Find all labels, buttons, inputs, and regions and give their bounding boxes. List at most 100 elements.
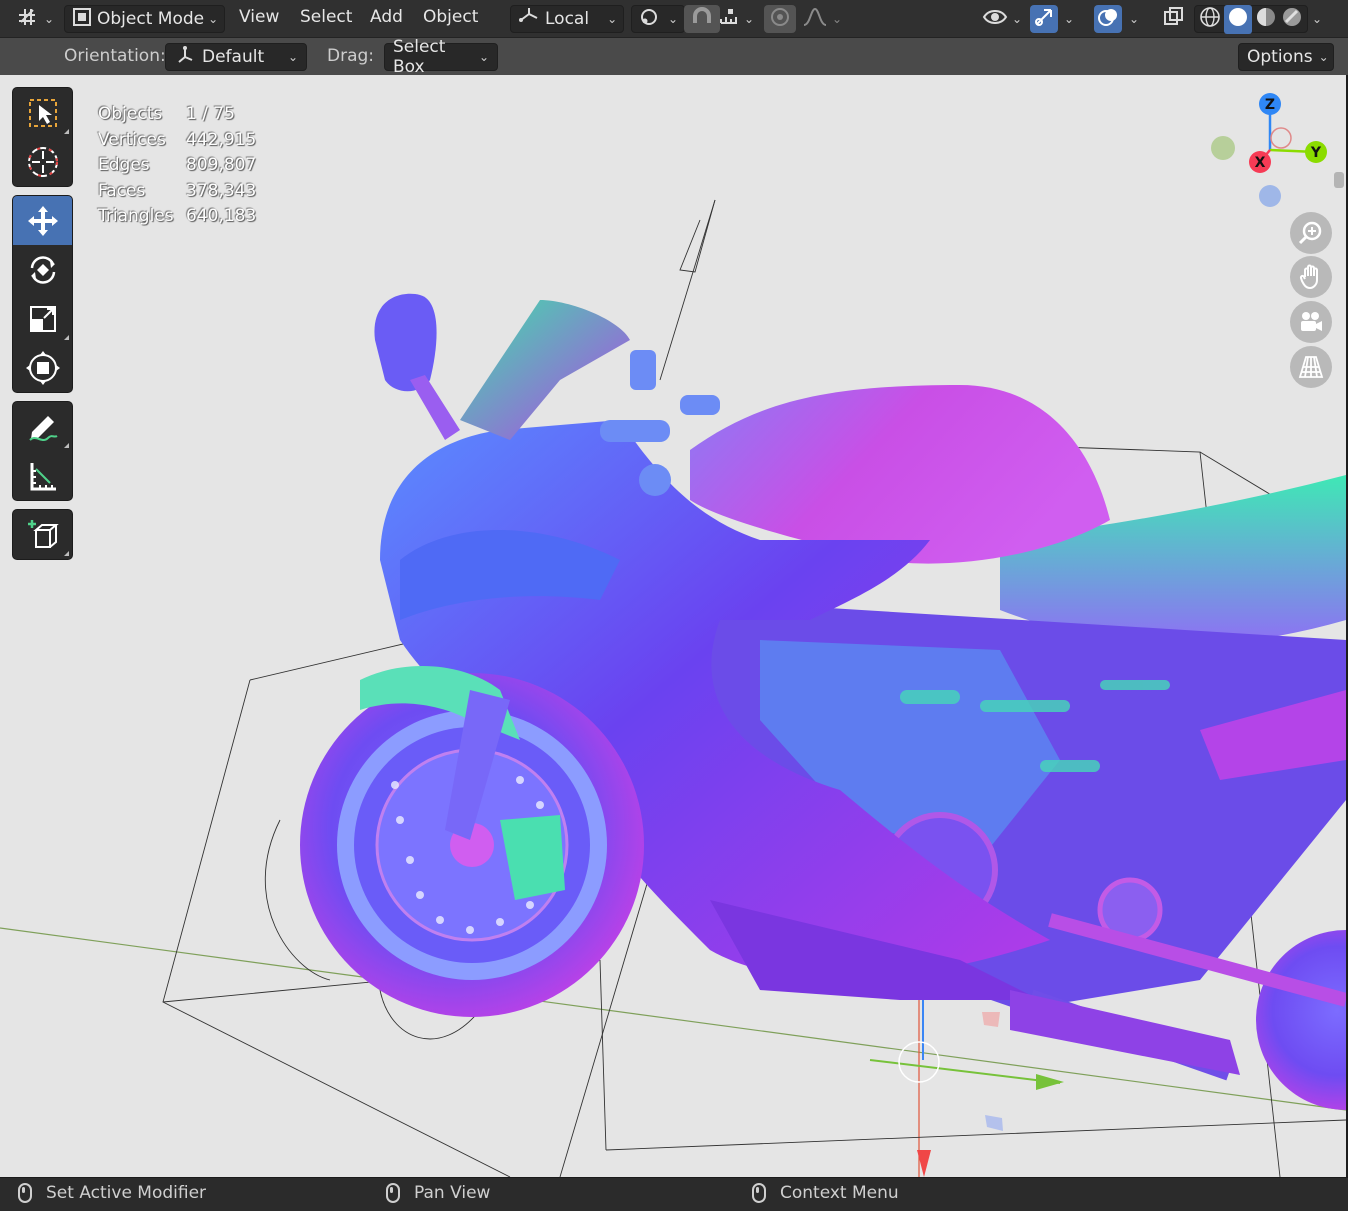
zoom-icon: [1298, 221, 1322, 245]
annotate-icon: [28, 415, 58, 441]
mode-dropdown[interactable]: Object Mode ⌄: [64, 5, 226, 33]
motorcycle-model: [0, 199, 1346, 1177]
rendered-shading-icon[interactable]: [1280, 6, 1304, 33]
proportional-edit-toggle[interactable]: [764, 5, 796, 33]
select-box-icon: [28, 98, 57, 127]
object-menu[interactable]: Object: [423, 7, 478, 27]
orientation-label: Local: [545, 9, 590, 29]
rotate-icon: [30, 255, 55, 284]
scale-tool[interactable]: [13, 294, 72, 343]
scale-icon: [29, 305, 56, 332]
transform-orientation-dropdown[interactable]: Local ⌄: [510, 5, 625, 33]
magnet-icon: [690, 6, 714, 33]
mouse-left-icon: [18, 1183, 32, 1203]
annotate-tools-group: [12, 401, 73, 501]
viewport-header: ⌄ Object Mode ⌄ View Select Add Object Lo…: [0, 0, 1348, 38]
drag-label: Drag:: [327, 46, 375, 66]
transform-tool[interactable]: [13, 343, 72, 392]
overlays-icon: [1097, 6, 1119, 33]
add-cube-icon: [27, 519, 59, 548]
hand-icon: [1299, 264, 1318, 290]
zoom-button[interactable]: [1290, 212, 1332, 254]
snap-target-dropdown[interactable]: ⌄: [712, 5, 760, 33]
visibility-dropdown[interactable]: ⌄: [976, 5, 1028, 33]
gizmo-dropdown[interactable]: ⌄: [1064, 8, 1074, 28]
xray-icon: [1162, 6, 1186, 33]
move-icon: [27, 205, 58, 236]
stat-value: 378,343: [186, 180, 257, 201]
status-left-hint: Set Active Modifier: [18, 1183, 206, 1203]
transform-icon: [25, 350, 60, 385]
stat-label: Triangles: [98, 206, 174, 226]
y-axis-label: Y: [1310, 145, 1322, 161]
stat-label: Edges: [98, 155, 150, 175]
gizmo-toggle[interactable]: [1030, 5, 1058, 33]
shading-group: [1194, 4, 1308, 34]
view-menu[interactable]: View: [239, 7, 279, 27]
status-left-text: Set Active Modifier: [46, 1183, 207, 1203]
orientation-dropdown[interactable]: Default ⌄: [165, 43, 307, 71]
add-cube-tool[interactable]: [13, 510, 72, 559]
wireframe-shading-icon[interactable]: [1198, 6, 1222, 33]
gizmo-icon: [1033, 6, 1055, 33]
neg-y-axis-handle[interactable]: [1211, 136, 1235, 160]
overlays-toggle[interactable]: [1094, 5, 1122, 33]
material-shading-icon[interactable]: [1254, 6, 1278, 33]
stat-value: 640,183: [186, 206, 257, 226]
falloff-dropdown[interactable]: ⌄: [796, 5, 848, 33]
stat-value: 1 / 75: [186, 104, 235, 124]
neg-x-axis-handle[interactable]: [1270, 127, 1292, 149]
camera-view-button[interactable]: [1290, 301, 1332, 343]
select-menu[interactable]: Select: [300, 7, 352, 27]
orientation-label: Orientation:: [64, 46, 166, 66]
orientation-default-icon: [174, 44, 196, 71]
eye-icon: [982, 6, 1008, 33]
select-box-tool[interactable]: [13, 88, 72, 137]
status-middle-text: Pan View: [414, 1183, 491, 1203]
neg-z-axis-handle[interactable]: [1259, 185, 1281, 207]
grid-perspective-icon: [1298, 356, 1324, 378]
options-label: Options: [1247, 47, 1313, 67]
options-dropdown[interactable]: Options ⌄: [1238, 43, 1334, 71]
3d-viewport[interactable]: [0, 75, 1346, 1177]
shading-dropdown[interactable]: ⌄: [1312, 8, 1322, 28]
add-menu[interactable]: Add: [370, 7, 403, 27]
measure-tool[interactable]: [13, 451, 72, 500]
annotate-tool[interactable]: [13, 402, 72, 451]
stat-label: Faces: [98, 180, 146, 201]
camera-icon: [1301, 312, 1322, 331]
z-axis-label: Z: [1265, 97, 1275, 113]
falloff-curve-icon: [802, 6, 828, 33]
move-tool[interactable]: [13, 196, 72, 245]
editor-type-button[interactable]: ⌄: [10, 5, 60, 33]
stat-value: 442,915: [186, 129, 257, 150]
pivot-icon: [638, 6, 664, 33]
add-tools-group: [12, 509, 73, 560]
proportional-edit-icon: [770, 7, 790, 32]
drag-dropdown[interactable]: Select Box ⌄: [384, 37, 498, 77]
scene-statistics: Objects 1 / 75 Vertices 442,915 Edges 809,8…: [98, 102, 256, 230]
status-middle-hint: Pan View: [386, 1183, 490, 1203]
mouse-middle-icon: [386, 1183, 400, 1203]
mode-label: Object Mode: [97, 9, 205, 29]
x-axis-label: X: [1255, 155, 1266, 171]
orientation-local-icon: [517, 6, 541, 33]
status-bar: Set Active Modifier Pan View Context Men…: [0, 1177, 1348, 1211]
stat-vertices: Vertices 442,915: [98, 128, 256, 154]
solid-shading-icon[interactable]: [1224, 4, 1252, 34]
rotate-tool[interactable]: [13, 245, 72, 294]
orientation-value: Default: [202, 47, 265, 67]
navigation-gizmo[interactable]: Z Y X: [1200, 88, 1340, 213]
stat-objects: Objects 1 / 75: [98, 102, 256, 128]
cursor-tool[interactable]: [13, 137, 72, 186]
stat-label: Vertices: [98, 129, 166, 150]
snap-increment-icon: [718, 6, 740, 33]
perspective-toggle-button[interactable]: [1290, 346, 1332, 388]
pan-button[interactable]: [1290, 256, 1332, 298]
xray-toggle[interactable]: [1156, 5, 1192, 33]
stat-faces: Faces 378,343: [98, 179, 256, 205]
stat-edges: Edges 809,807: [98, 153, 256, 179]
pivot-point-dropdown[interactable]: ⌄: [631, 5, 686, 33]
overlays-dropdown[interactable]: ⌄: [1129, 8, 1139, 28]
cursor-icon: [27, 146, 58, 177]
